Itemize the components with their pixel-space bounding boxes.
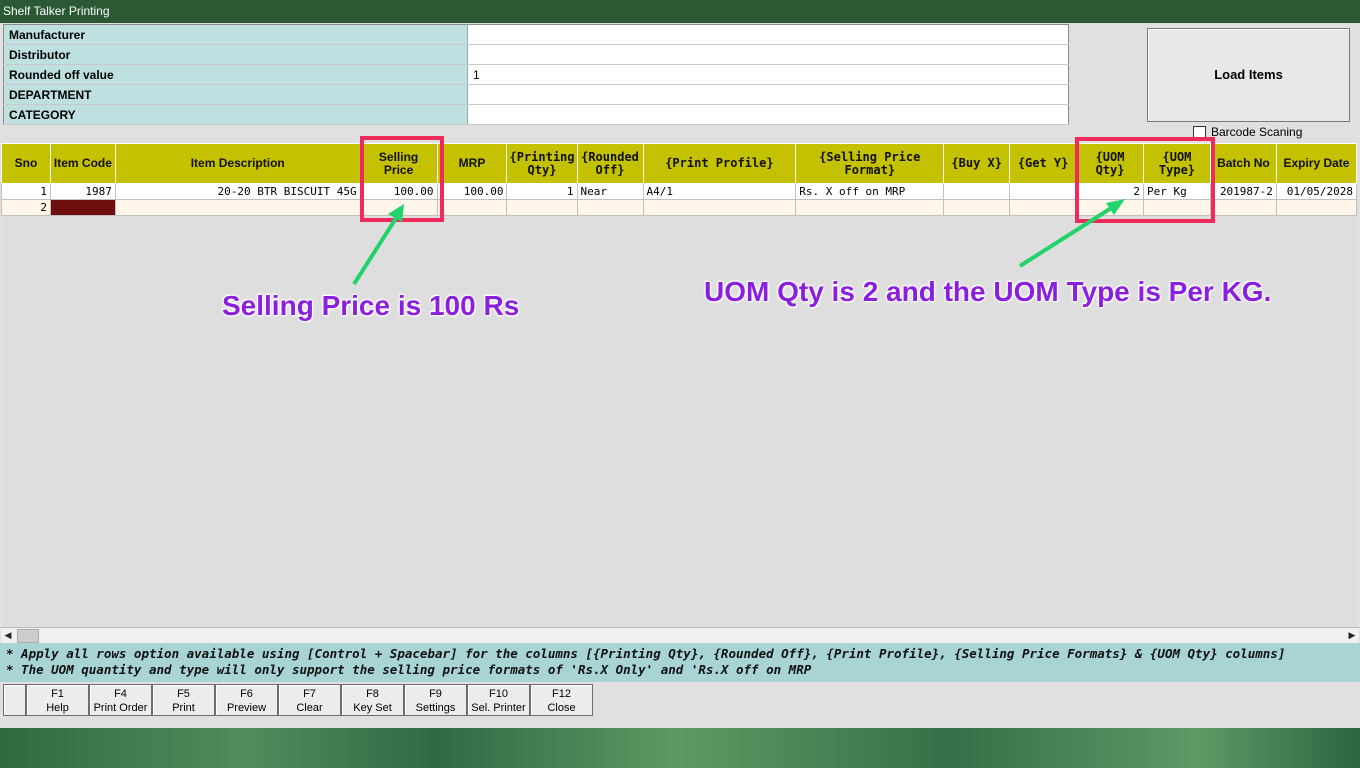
annotation-arrows: [352, 199, 1125, 286]
uom-annotation: UOM Qty is 2 and the UOM Type is Per KG.: [704, 276, 1272, 307]
arrow-line: [1018, 203, 1118, 268]
arrow-head: [1106, 199, 1125, 215]
selling-price-annotation: Selling Price is 100 Rs: [222, 290, 520, 321]
arrow-line: [352, 210, 402, 286]
